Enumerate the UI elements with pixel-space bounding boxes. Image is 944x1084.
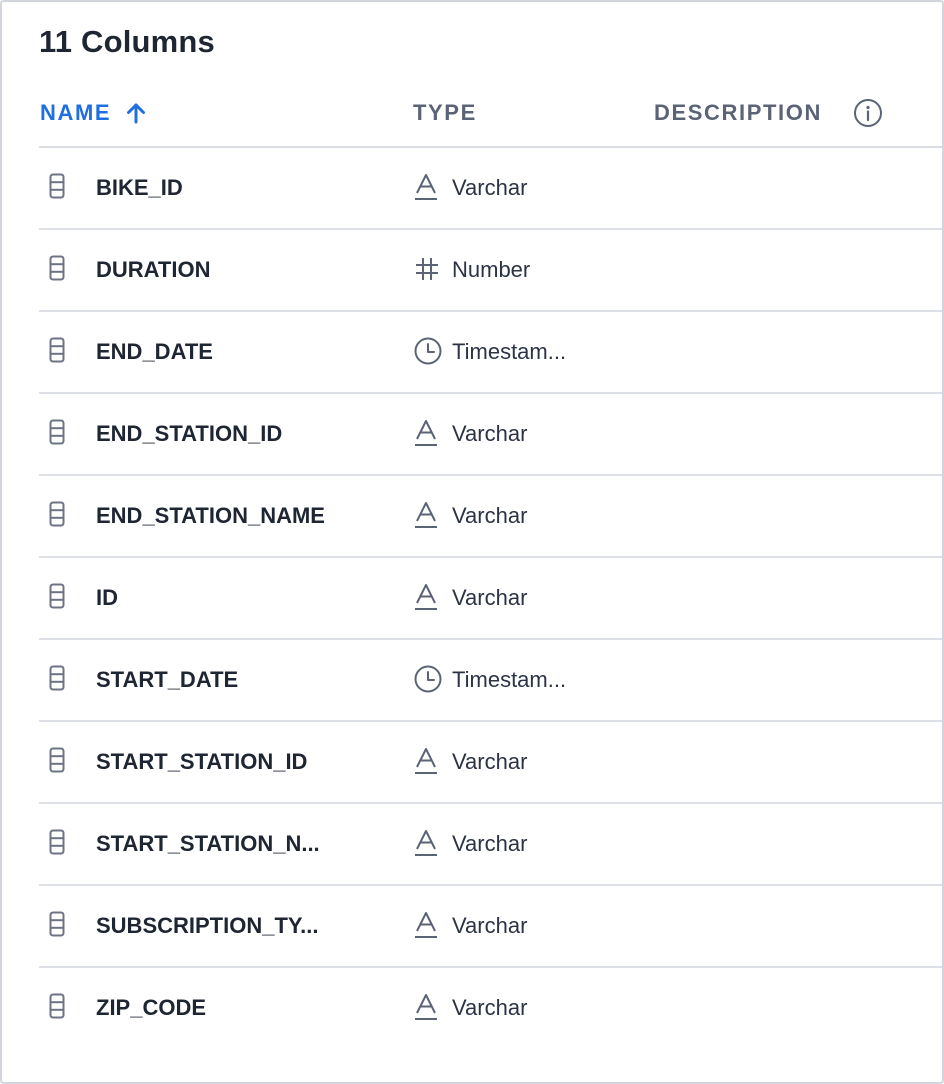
table-row[interactable]: ID Varchar [39,558,942,640]
column-type: Varchar [452,913,528,938]
column-icon [49,173,65,199]
table-header: NAME TYPE DESCRIPTION [39,92,942,147]
column-icon [49,255,65,281]
column-type: Varchar [452,503,528,528]
column-icon [49,337,65,363]
column-name: DURATION [96,257,211,282]
description-column-header[interactable]: DESCRIPTION [654,100,822,126]
text-type-icon [413,992,439,1022]
table-row[interactable]: START_DATE Timestam... [39,640,942,722]
column-name: ID [96,585,118,610]
clock-icon [413,336,443,366]
type-column-header[interactable]: TYPE [413,100,477,126]
text-type-icon [413,828,439,858]
text-type-icon [413,500,439,530]
column-icon [49,501,65,527]
column-type: Varchar [452,421,528,446]
column-name: END_STATION_ID [96,421,283,446]
column-type: Timestam... [452,339,567,364]
table-row[interactable]: ZIP_CODE Varchar [39,968,942,1048]
panel-title: 11 Columns [39,24,215,59]
info-icon[interactable] [853,98,883,128]
text-type-icon [413,910,439,940]
table-row[interactable]: START_STATION_N... Varchar [39,804,942,886]
column-name: START_STATION_N... [96,831,320,856]
table-row[interactable]: BIKE_ID Varchar [39,148,942,230]
hash-icon [413,254,441,284]
columns-panel: 11 Columns NAME TYPE DESCRIPTION BIKE_ID… [0,0,944,1084]
columns-table-body: BIKE_ID Varchar DURATION Number END_DATE Time… [39,148,942,1048]
arrow-up-icon [125,101,147,125]
column-type: Varchar [452,175,528,200]
column-icon [49,993,65,1019]
text-type-icon [413,418,439,448]
column-type: Varchar [452,749,528,774]
name-column-header[interactable]: NAME [40,100,147,126]
column-type: Timestam... [452,667,567,692]
column-name: ZIP_CODE [96,995,207,1020]
column-icon [49,665,65,691]
text-type-icon [413,746,439,776]
column-name: BIKE_ID [96,175,183,200]
table-row[interactable]: SUBSCRIPTION_TY... Varchar [39,886,942,968]
table-row[interactable]: END_STATION_ID Varchar [39,394,942,476]
text-type-icon [413,172,439,202]
table-row[interactable]: START_STATION_ID Varchar [39,722,942,804]
column-name: SUBSCRIPTION_TY... [96,913,319,938]
column-icon [49,911,65,937]
column-icon [49,829,65,855]
table-row[interactable]: DURATION Number [39,230,942,312]
column-type: Varchar [452,831,528,856]
column-name: END_DATE [96,339,213,364]
table-row[interactable]: END_DATE Timestam... [39,312,942,394]
column-type: Varchar [452,995,528,1020]
clock-icon [413,664,443,694]
column-name: END_STATION_NAME [96,503,325,528]
description-header-label: DESCRIPTION [654,100,822,125]
type-header-label: TYPE [413,100,477,125]
column-type: Number [452,257,531,282]
table-row[interactable]: END_STATION_NAME Varchar [39,476,942,558]
column-name: START_STATION_ID [96,749,308,774]
text-type-icon [413,582,439,612]
column-icon [49,747,65,773]
name-header-label: NAME [40,100,112,125]
column-icon [49,583,65,609]
column-icon [49,419,65,445]
column-type: Varchar [452,585,528,610]
column-name: START_DATE [96,667,239,692]
